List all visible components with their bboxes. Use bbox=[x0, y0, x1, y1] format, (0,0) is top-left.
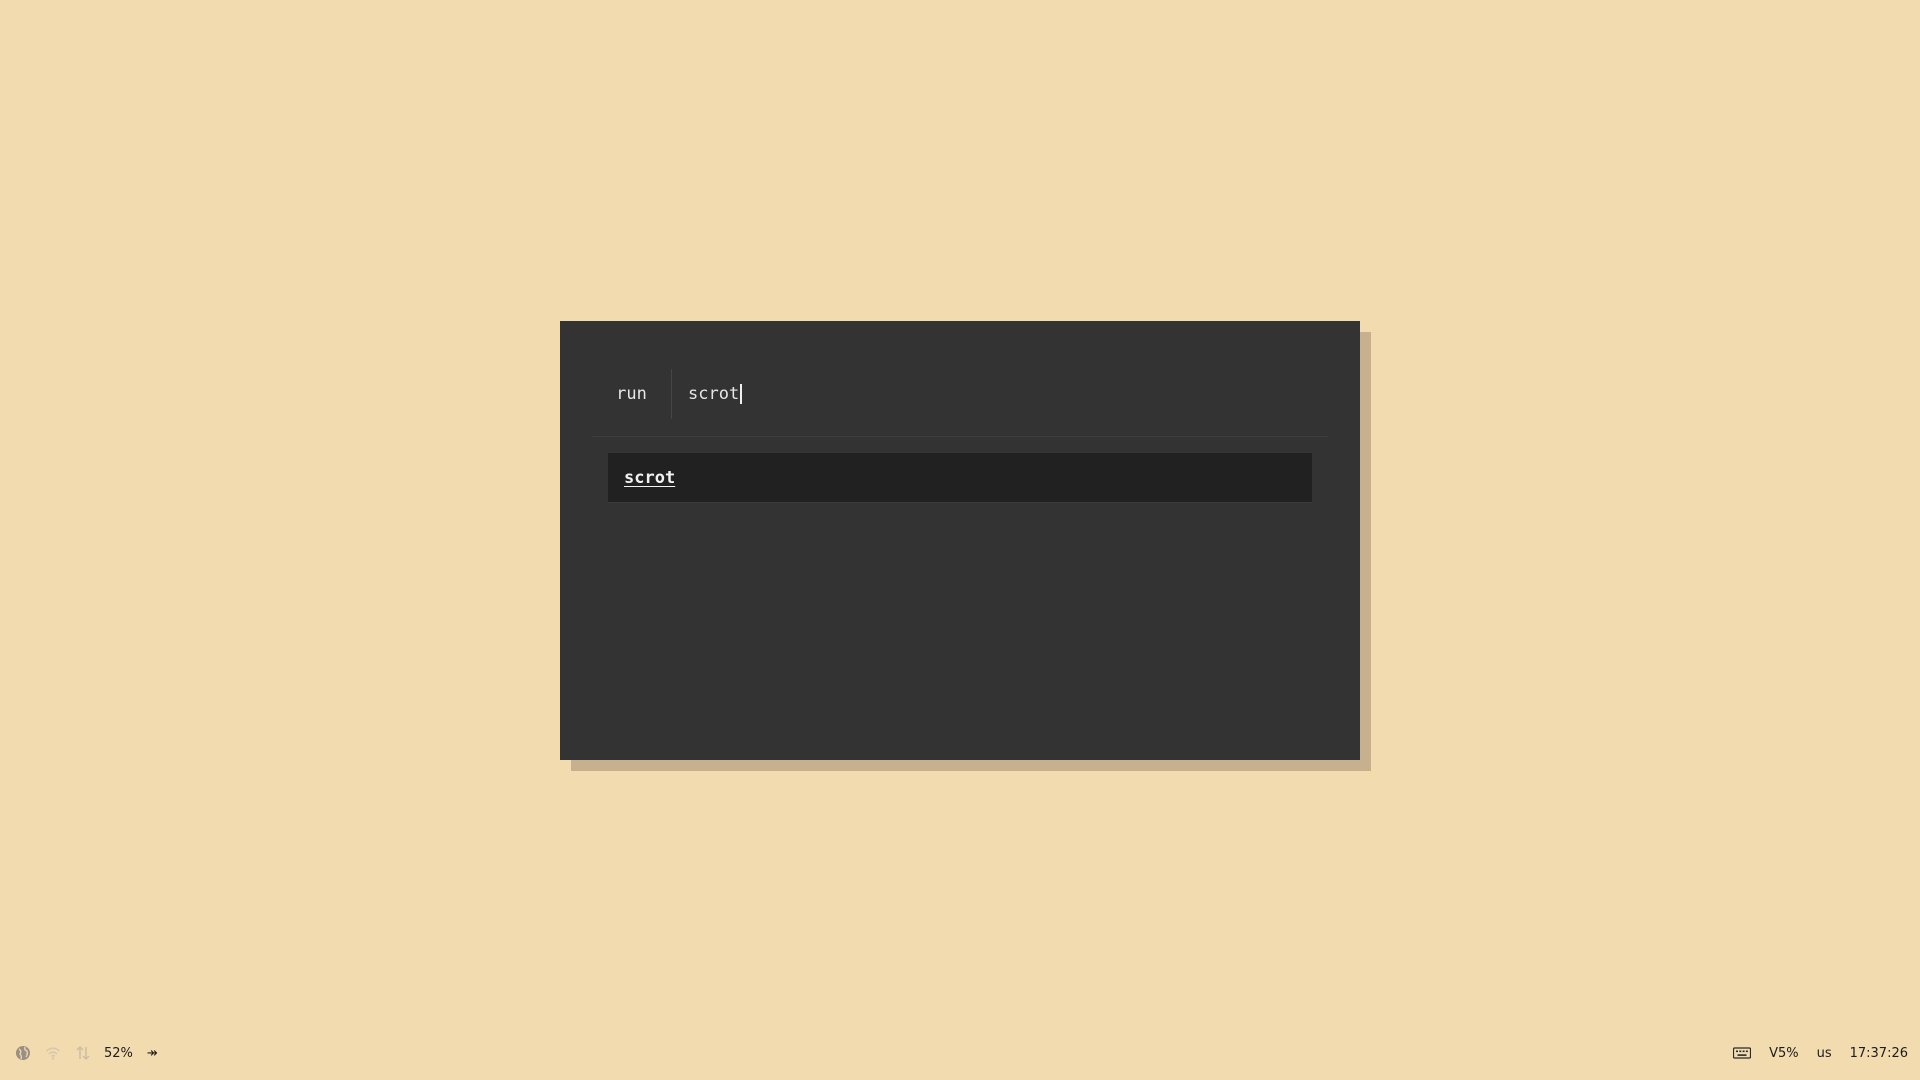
run-launcher: run scrot scrot bbox=[560, 321, 1360, 760]
mode-label: run bbox=[592, 369, 672, 419]
wifi-icon[interactable] bbox=[44, 1044, 62, 1062]
volume-indicator[interactable]: V5% bbox=[1769, 1046, 1799, 1061]
keyboard-icon[interactable] bbox=[1733, 1044, 1752, 1062]
text-caret bbox=[740, 384, 743, 404]
panel-left-tray: 52% ↠ bbox=[14, 1040, 172, 1066]
prompt-row: run scrot bbox=[592, 369, 1328, 419]
result-item-label: scrot bbox=[624, 468, 676, 488]
bottom-panel: 52% ↠ V5% us 17:37:26 bbox=[0, 1040, 1920, 1066]
results-list: scrot bbox=[608, 453, 1312, 503]
globe-icon[interactable] bbox=[14, 1044, 32, 1062]
panel-right-tray: V5% us 17:37:26 bbox=[1733, 1040, 1908, 1066]
result-item-selected[interactable]: scrot bbox=[608, 453, 1312, 503]
battery-status-icon: ↠ bbox=[146, 1045, 158, 1061]
command-input-text: scrot bbox=[688, 384, 740, 404]
network-icon[interactable] bbox=[74, 1044, 92, 1062]
command-input[interactable]: scrot bbox=[673, 369, 743, 419]
keyboard-layout[interactable]: us bbox=[1817, 1046, 1832, 1061]
separator bbox=[592, 436, 1328, 437]
clock: 17:37:26 bbox=[1849, 1045, 1908, 1061]
battery-percentage: 52% bbox=[104, 1045, 133, 1061]
